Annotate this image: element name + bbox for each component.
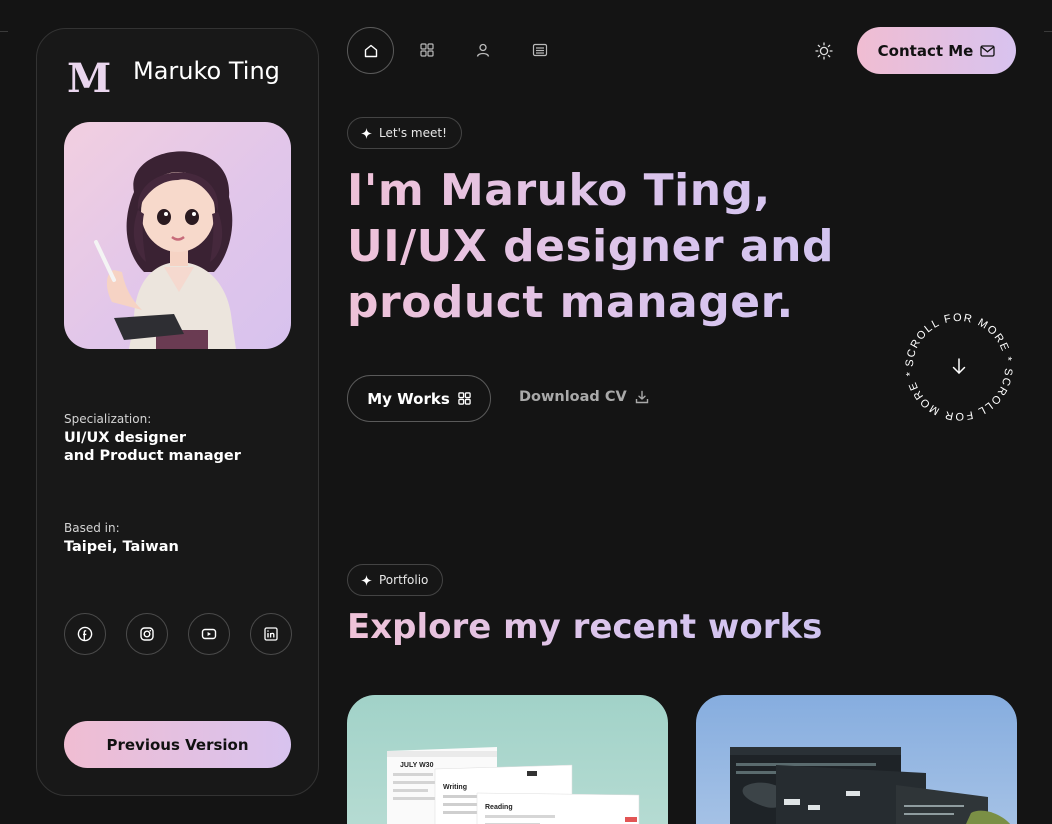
theme-toggle[interactable] bbox=[815, 42, 833, 60]
work-card-1-label1: JULY W30 bbox=[400, 762, 434, 769]
lets-meet-tag: Let's meet! bbox=[347, 117, 462, 149]
hero-headline: I'm Maruko Ting, UI/UX designer and prod… bbox=[347, 163, 907, 331]
mail-icon bbox=[980, 44, 995, 57]
work-card-1-label3: Reading bbox=[485, 804, 513, 811]
top-divider-right bbox=[1044, 31, 1052, 32]
portfolio-tag: Portfolio bbox=[347, 564, 444, 596]
scroll-for-more-badge[interactable]: SCROLL FOR MORE * SCROLL FOR MORE * bbox=[901, 309, 1017, 425]
specialization-value-line2: and Product manager bbox=[64, 448, 241, 464]
work-preview-1: JULY W30 Writing Reading bbox=[387, 747, 640, 824]
contact-me-label: Contact Me bbox=[877, 41, 974, 60]
headline-line3: product manager. bbox=[347, 275, 907, 331]
lets-meet-label: Let's meet! bbox=[379, 126, 447, 140]
document-icon bbox=[532, 43, 548, 57]
nav-works[interactable] bbox=[419, 42, 435, 58]
work-preview-2 bbox=[730, 747, 1011, 824]
grid-icon bbox=[420, 43, 434, 57]
linkedin-link[interactable] bbox=[250, 613, 292, 655]
headline-line1: I'm Maruko Ting, bbox=[347, 163, 907, 219]
nav-home[interactable] bbox=[347, 27, 394, 74]
specialization-value-line1: UI/UX designer bbox=[64, 430, 186, 446]
instagram-link[interactable] bbox=[126, 613, 168, 655]
social-links bbox=[64, 613, 292, 655]
headline-line2: UI/UX designer and bbox=[347, 219, 907, 275]
grid-icon bbox=[458, 392, 471, 405]
youtube-link[interactable] bbox=[188, 613, 230, 655]
contact-me-button[interactable]: Contact Me bbox=[857, 27, 1016, 74]
portfolio-title: Explore my recent works bbox=[347, 604, 822, 650]
facebook-link[interactable] bbox=[64, 613, 106, 655]
work-card-1-label2: Writing bbox=[443, 784, 467, 791]
nav-about[interactable] bbox=[475, 42, 491, 58]
sun-icon bbox=[815, 42, 833, 60]
home-icon bbox=[364, 44, 377, 57]
download-cv-label: Download CV bbox=[519, 389, 627, 405]
facebook-icon bbox=[77, 626, 93, 642]
my-works-button[interactable]: My Works bbox=[347, 375, 491, 422]
logo-mark: M bbox=[67, 55, 111, 102]
download-cv-button[interactable]: Download CV bbox=[519, 389, 649, 405]
work-card-2[interactable] bbox=[696, 695, 1017, 824]
previous-version-button[interactable]: Previous Version bbox=[64, 721, 291, 768]
portfolio-label: Portfolio bbox=[379, 573, 429, 587]
download-icon bbox=[635, 390, 648, 404]
sparkle-icon bbox=[361, 127, 372, 139]
specialization-value: UI/UX designer and Product manager bbox=[64, 429, 284, 465]
avatar bbox=[64, 122, 291, 349]
sparkle-icon bbox=[361, 574, 372, 586]
based-value: Taipei, Taiwan bbox=[64, 539, 179, 555]
based-label: Based in: bbox=[64, 521, 120, 535]
work-card-1[interactable]: JULY W30 Writing Reading bbox=[347, 695, 668, 824]
my-works-label: My Works bbox=[367, 389, 450, 408]
profile-card: M Maruko Ting Specialization: UI/UX desi… bbox=[36, 28, 319, 796]
instagram-icon bbox=[140, 627, 154, 641]
linkedin-icon bbox=[264, 627, 278, 641]
user-icon bbox=[476, 43, 490, 57]
arrow-down-icon bbox=[952, 358, 966, 374]
top-divider-left bbox=[0, 31, 8, 32]
nav-resume[interactable] bbox=[532, 42, 548, 58]
youtube-icon bbox=[201, 628, 217, 640]
specialization-label: Specialization: bbox=[64, 412, 152, 426]
profile-name: Maruko Ting bbox=[133, 57, 280, 85]
